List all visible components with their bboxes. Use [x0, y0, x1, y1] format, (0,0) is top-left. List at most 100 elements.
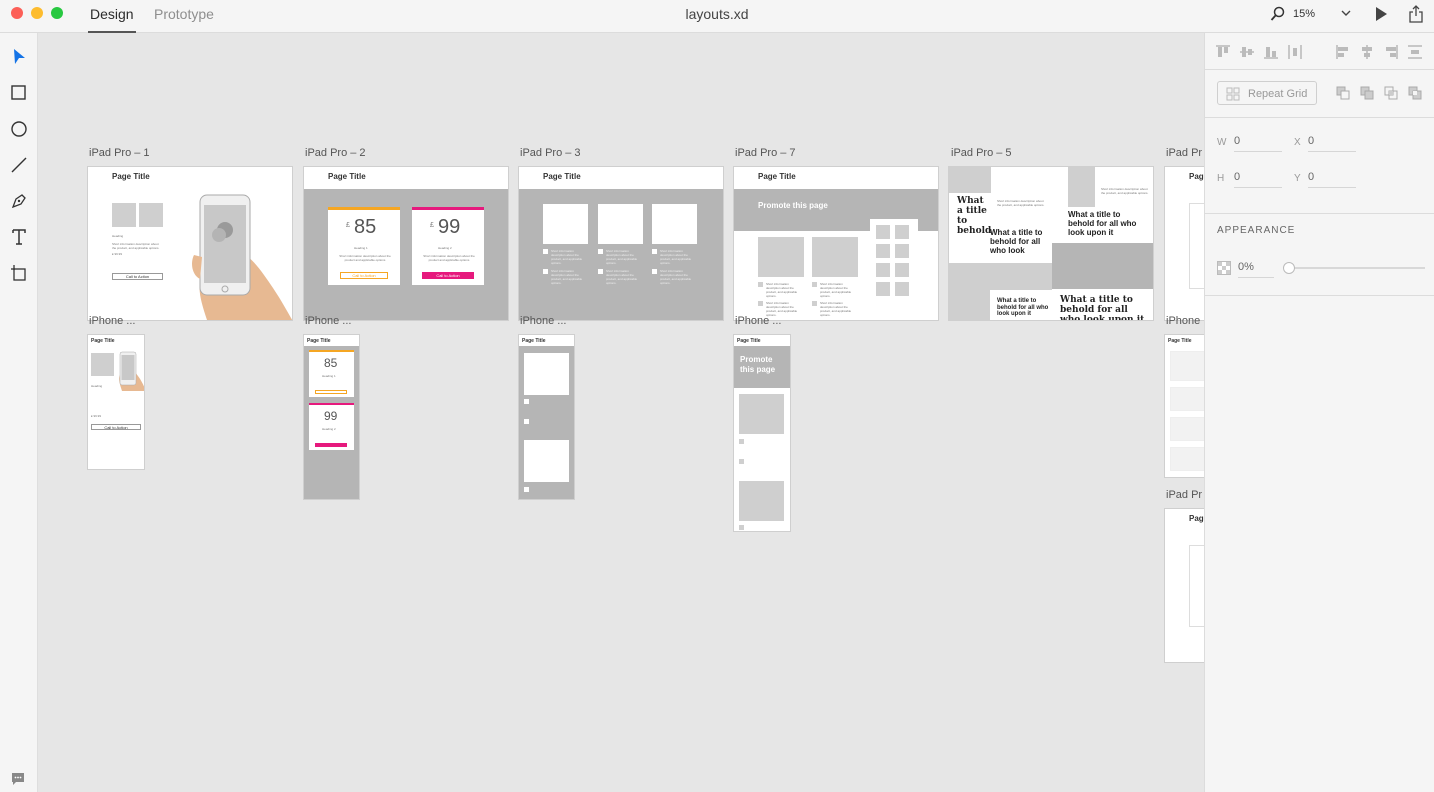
- property-inspector: Repeat Grid W 0 X 0 H 0 Y 0 APPEARANCE 0…: [1204, 33, 1434, 792]
- list-item: [1170, 351, 1204, 381]
- artboard-label[interactable]: iPad Pr: [1166, 147, 1202, 159]
- chevron-down-icon[interactable]: [1340, 6, 1352, 20]
- comment-icon[interactable]: [11, 772, 25, 786]
- image-placeholder: [543, 204, 588, 244]
- artboard-iphone-2[interactable]: Page Title 85 Heading 1 99 Heading 2: [303, 334, 360, 500]
- image-placeholder: [598, 204, 643, 244]
- list-item: [1170, 387, 1204, 411]
- artboard-label[interactable]: iPad Pro – 7: [735, 147, 796, 159]
- align-middle-icon[interactable]: [1239, 44, 1255, 60]
- artboard-iphone-4[interactable]: Page Title Promote this page: [733, 334, 791, 532]
- zoom-window-button[interactable]: [51, 7, 63, 19]
- artboard-ipad-partial[interactable]: Pag: [1164, 508, 1204, 663]
- heading-text: Heading: [112, 234, 124, 238]
- currency-symbol: £: [430, 222, 434, 229]
- align-top-icon[interactable]: [1215, 44, 1231, 60]
- align-bottom-icon[interactable]: [1263, 44, 1279, 60]
- content-frame: [1189, 545, 1204, 627]
- artboard-label[interactable]: iPad Pro – 5: [951, 147, 1012, 159]
- rectangle-icon[interactable]: [9, 83, 29, 103]
- price-text: £ 99.99: [91, 414, 102, 418]
- line-icon[interactable]: [9, 155, 29, 175]
- minimize-window-button[interactable]: [31, 7, 43, 19]
- image-placeholder: [739, 394, 784, 434]
- cta-button: [315, 390, 347, 394]
- artboard-iphone-1[interactable]: Page Title Heading £ 99.99 Call to Actio…: [87, 334, 145, 470]
- subtract-icon[interactable]: [1335, 85, 1351, 101]
- image-placeholder: [112, 203, 136, 227]
- artboard-ipad-pro-7[interactable]: Page Title Promote this page Short infor…: [733, 166, 939, 321]
- share-icon[interactable]: [1408, 5, 1424, 23]
- content-frame: [1189, 203, 1204, 289]
- tab-design[interactable]: Design: [88, 6, 136, 33]
- tab-prototype[interactable]: Prototype: [154, 6, 214, 22]
- artboard-label[interactable]: iPad Pro – 3: [520, 147, 581, 159]
- cta-button: Call to Action: [422, 272, 474, 279]
- opacity-slider-handle[interactable]: [1283, 262, 1295, 274]
- artboard-label[interactable]: iPhone ...: [735, 315, 781, 327]
- pricing-card: 85 Heading 1: [309, 350, 354, 397]
- exclude-overlap-icon[interactable]: [1407, 85, 1423, 101]
- width-field[interactable]: 0: [1234, 135, 1282, 152]
- image-placeholder: [1068, 167, 1095, 207]
- artboard-label[interactable]: iPad Pro – 2: [305, 147, 366, 159]
- distribute-horizontal-icon[interactable]: [1287, 44, 1303, 60]
- align-toolbar: [1205, 33, 1434, 70]
- heading-text: Heading 1: [354, 246, 368, 250]
- repeat-grid-label: Repeat Grid: [1248, 88, 1308, 100]
- distribute-vertical-icon[interactable]: [1407, 44, 1423, 60]
- close-window-button[interactable]: [11, 7, 23, 19]
- artboard-label[interactable]: iPhone ...: [89, 315, 135, 327]
- artboard-label[interactable]: iPad Pro – 1: [89, 147, 150, 159]
- text-icon[interactable]: [9, 227, 29, 247]
- artboard-ipad-pro-partial[interactable]: Pag: [1164, 166, 1204, 321]
- body-text: Short information description about the …: [606, 269, 638, 285]
- design-canvas[interactable]: iPad Pro – 1 Page Title Heading Short in…: [38, 33, 1204, 792]
- artboard-ipad-pro-5[interactable]: What a title to behold Short information…: [948, 166, 1154, 321]
- artboard-ipad-pro-1[interactable]: Page Title Heading Short information des…: [87, 166, 293, 321]
- artboard-label[interactable]: iPhone: [1166, 315, 1200, 327]
- align-left-icon[interactable]: [1335, 44, 1351, 60]
- page-title: Page Title: [758, 172, 796, 181]
- height-label: H: [1217, 173, 1225, 184]
- opacity-slider-track[interactable]: [1289, 267, 1425, 269]
- checkbox: [598, 249, 603, 254]
- width-label: W: [1217, 137, 1227, 148]
- pen-icon[interactable]: [9, 191, 29, 211]
- image-placeholder: [139, 203, 163, 227]
- select-icon[interactable]: [9, 47, 29, 67]
- artboard-iphone-partial[interactable]: Page Title: [1164, 334, 1204, 478]
- page-title: Page Title: [522, 338, 546, 344]
- artboard-label[interactable]: iPhone ...: [520, 315, 566, 327]
- align-right-icon[interactable]: [1383, 44, 1399, 60]
- artboard-ipad-pro-2[interactable]: Page Title £ 85 Heading 1 Short informat…: [303, 166, 509, 321]
- artboard-icon[interactable]: [9, 263, 29, 283]
- headline: What a title to behold for all who look …: [997, 298, 1049, 318]
- add-union-icon[interactable]: [1359, 85, 1375, 101]
- list-item: [1170, 447, 1204, 471]
- body-text: Short information description about the …: [997, 199, 1045, 207]
- image-placeholder: [652, 204, 697, 244]
- zoom-search-icon[interactable]: [1270, 6, 1286, 22]
- x-field[interactable]: 0: [1308, 135, 1356, 152]
- artboard-ipad-pro-3[interactable]: Page Title Short information description…: [518, 166, 724, 321]
- y-field[interactable]: 0: [1308, 171, 1356, 188]
- page-title: Pag: [1189, 514, 1204, 523]
- zoom-level[interactable]: 15%: [1293, 8, 1315, 20]
- opacity-field[interactable]: 0%: [1238, 261, 1274, 278]
- repeat-grid-button[interactable]: Repeat Grid: [1217, 81, 1317, 105]
- ellipse-icon[interactable]: [9, 119, 29, 139]
- artboard-iphone-3[interactable]: Page Title: [518, 334, 575, 500]
- artboard-label[interactable]: iPad Pr: [1166, 489, 1202, 501]
- gray-block: [1052, 243, 1153, 289]
- x-label: X: [1294, 137, 1301, 148]
- align-center-icon[interactable]: [1359, 44, 1375, 60]
- intersect-icon[interactable]: [1383, 85, 1399, 101]
- artboard-label[interactable]: iPhone ...: [305, 315, 351, 327]
- play-preview-icon[interactable]: [1373, 6, 1389, 22]
- checkbox: [524, 487, 529, 492]
- checkbox: [652, 269, 657, 274]
- height-field[interactable]: 0: [1234, 171, 1282, 188]
- checkbox: [652, 249, 657, 254]
- body-text: Short information description about the …: [551, 269, 583, 285]
